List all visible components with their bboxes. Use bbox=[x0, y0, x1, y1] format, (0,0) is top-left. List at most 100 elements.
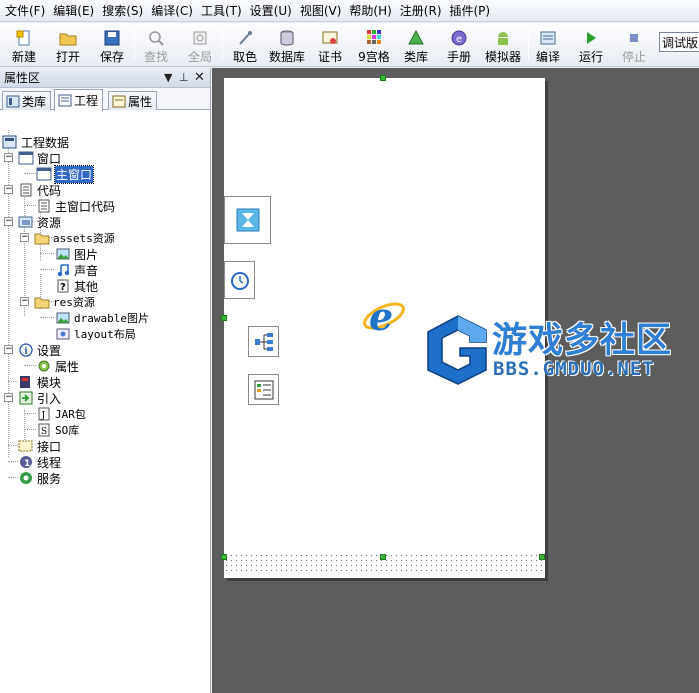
build-mode-select[interactable]: 调试版 bbox=[659, 32, 699, 52]
svg-text:S: S bbox=[41, 427, 47, 437]
window-icon bbox=[18, 151, 34, 165]
code-file-icon bbox=[36, 199, 52, 213]
panel-header: 属性区 ▼ ⊥ ✕ bbox=[0, 68, 210, 88]
tree-item-modules[interactable]: 模块 bbox=[18, 374, 61, 390]
svg-text:J: J bbox=[41, 411, 46, 421]
open-button[interactable]: 打开 bbox=[52, 25, 84, 65]
expand-imports-toggle[interactable]: − bbox=[4, 393, 13, 402]
library-button[interactable]: 类库 bbox=[402, 25, 430, 65]
timer-component[interactable] bbox=[224, 196, 271, 244]
tree-item-window[interactable]: 窗口 bbox=[18, 150, 61, 166]
menu-file[interactable]: 文件(F) bbox=[2, 2, 48, 19]
info-icon: i bbox=[18, 343, 34, 357]
folder-icon bbox=[34, 231, 50, 245]
thread-icon: 1 bbox=[18, 455, 34, 469]
expand-res-toggle[interactable]: − bbox=[20, 297, 29, 306]
tree-item-others[interactable]: ? 其他 bbox=[55, 278, 98, 294]
tree-view-component[interactable] bbox=[248, 326, 279, 357]
tree-item-threads[interactable]: 1 线程 bbox=[18, 454, 61, 470]
svg-text:e: e bbox=[456, 34, 462, 45]
tree-item-jar[interactable]: J JAR包 bbox=[36, 406, 86, 422]
new-button[interactable]: 新建 bbox=[8, 25, 40, 65]
tree-item-drawable[interactable]: drawable图片 bbox=[55, 310, 149, 326]
project-data-icon bbox=[2, 135, 18, 149]
tree-item-main-window-code[interactable]: 主窗口代码 bbox=[36, 198, 115, 214]
expand-code-toggle[interactable]: − bbox=[4, 185, 13, 194]
svg-text:e: e bbox=[369, 294, 393, 338]
panel-tabs: 类库 工程 属性 bbox=[0, 88, 210, 111]
browser-component[interactable]: e bbox=[360, 292, 406, 339]
tab-project[interactable]: 工程 bbox=[54, 89, 104, 111]
close-icon[interactable]: ✕ bbox=[194, 70, 205, 85]
list-icon bbox=[254, 380, 273, 399]
unknown-file-icon: ? bbox=[55, 279, 71, 293]
image-icon bbox=[55, 247, 71, 261]
service-icon bbox=[18, 471, 34, 485]
menu-plugins[interactable]: 插件(P) bbox=[447, 2, 494, 19]
database-icon bbox=[278, 29, 296, 46]
tree-root[interactable]: 工程数据 bbox=[2, 134, 69, 150]
tree-item-properties[interactable]: 属性 bbox=[36, 358, 79, 374]
image-icon bbox=[55, 311, 71, 325]
tree-item-assets[interactable]: assets资源 bbox=[34, 230, 115, 246]
gear-icon bbox=[36, 359, 52, 373]
window-icon bbox=[36, 167, 52, 181]
menu-register[interactable]: 注册(R) bbox=[397, 2, 445, 19]
expand-resources-toggle[interactable]: − bbox=[4, 217, 13, 226]
interface-icon bbox=[18, 439, 34, 453]
tree-item-imports[interactable]: 引入 bbox=[18, 390, 61, 406]
expand-settings-toggle[interactable]: − bbox=[4, 345, 13, 354]
tree-item-interfaces[interactable]: 接口 bbox=[18, 438, 61, 454]
menu-view[interactable]: 视图(V) bbox=[297, 2, 345, 19]
tree-item-main-window[interactable]: 主窗口 bbox=[36, 164, 95, 184]
grid-strip bbox=[224, 553, 545, 575]
folder-icon bbox=[34, 295, 50, 309]
tree-item-res[interactable]: res资源 bbox=[34, 294, 95, 310]
tree-item-images[interactable]: 图片 bbox=[55, 246, 98, 262]
resize-handle-top[interactable] bbox=[380, 75, 386, 81]
menu-settings[interactable]: 设置(U) bbox=[247, 2, 295, 19]
save-disk-icon bbox=[103, 29, 121, 46]
tree-item-layout[interactable]: layout布局 bbox=[55, 326, 136, 342]
run-button[interactable]: 运行 bbox=[577, 25, 605, 65]
clock-component[interactable] bbox=[224, 261, 255, 299]
watermark: 游戏多社区 BBS.GMDUO.NET bbox=[424, 310, 699, 390]
nine-grid-button[interactable]: 9宫格 bbox=[356, 25, 392, 65]
menu-edit[interactable]: 编辑(E) bbox=[50, 2, 97, 19]
tree-item-services[interactable]: 服务 bbox=[18, 470, 61, 486]
find-button[interactable]: 查找 bbox=[140, 25, 172, 65]
svg-text:?: ? bbox=[60, 282, 66, 293]
resize-handle-left[interactable] bbox=[221, 315, 227, 321]
menu-help[interactable]: 帮助(H) bbox=[346, 2, 394, 19]
expand-assets-toggle[interactable]: − bbox=[20, 233, 29, 242]
list-component[interactable] bbox=[248, 374, 279, 405]
tree-item-so[interactable]: S SO库 bbox=[36, 422, 79, 438]
dropdown-icon[interactable]: ▼ bbox=[164, 71, 172, 84]
tree-item-code[interactable]: 代码 bbox=[18, 182, 61, 198]
menu-search[interactable]: 搜索(S) bbox=[99, 2, 146, 19]
tab-library[interactable]: 类库 bbox=[2, 91, 52, 110]
tree-item-sounds[interactable]: 声音 bbox=[55, 262, 98, 278]
watermark-title: 游戏多社区 bbox=[492, 321, 673, 361]
certificate-button[interactable]: 证书 bbox=[316, 25, 344, 65]
properties-tab-icon bbox=[112, 95, 126, 107]
expand-window-toggle[interactable]: − bbox=[4, 153, 13, 162]
color-pick-button[interactable]: 取色 bbox=[229, 25, 261, 65]
find-all-button[interactable]: 全局 bbox=[184, 25, 216, 65]
pin-icon[interactable]: ⊥ bbox=[179, 71, 189, 84]
compile-button[interactable]: 编译 bbox=[534, 25, 562, 65]
stopwatch-icon bbox=[230, 272, 249, 290]
save-button[interactable]: 保存 bbox=[96, 25, 128, 65]
tab-properties[interactable]: 属性 bbox=[108, 91, 158, 110]
magnifier-icon bbox=[147, 29, 165, 46]
manual-book-icon: e bbox=[450, 29, 468, 46]
property-panel: 属性区 ▼ ⊥ ✕ 类库 工程 属性 − − − − − − − 工程数据 窗口… bbox=[0, 68, 211, 693]
database-button[interactable]: 数据库 bbox=[267, 25, 307, 65]
stop-button[interactable]: 停止 bbox=[620, 25, 648, 65]
menu-tools[interactable]: 工具(T) bbox=[198, 2, 245, 19]
tree-item-resources[interactable]: 资源 bbox=[18, 214, 61, 230]
tree-item-settings[interactable]: i 设置 bbox=[18, 342, 61, 358]
manual-button[interactable]: e 手册 bbox=[445, 25, 473, 65]
menu-compile[interactable]: 编译(C) bbox=[148, 2, 196, 19]
emulator-button[interactable]: 模拟器 bbox=[483, 25, 523, 65]
